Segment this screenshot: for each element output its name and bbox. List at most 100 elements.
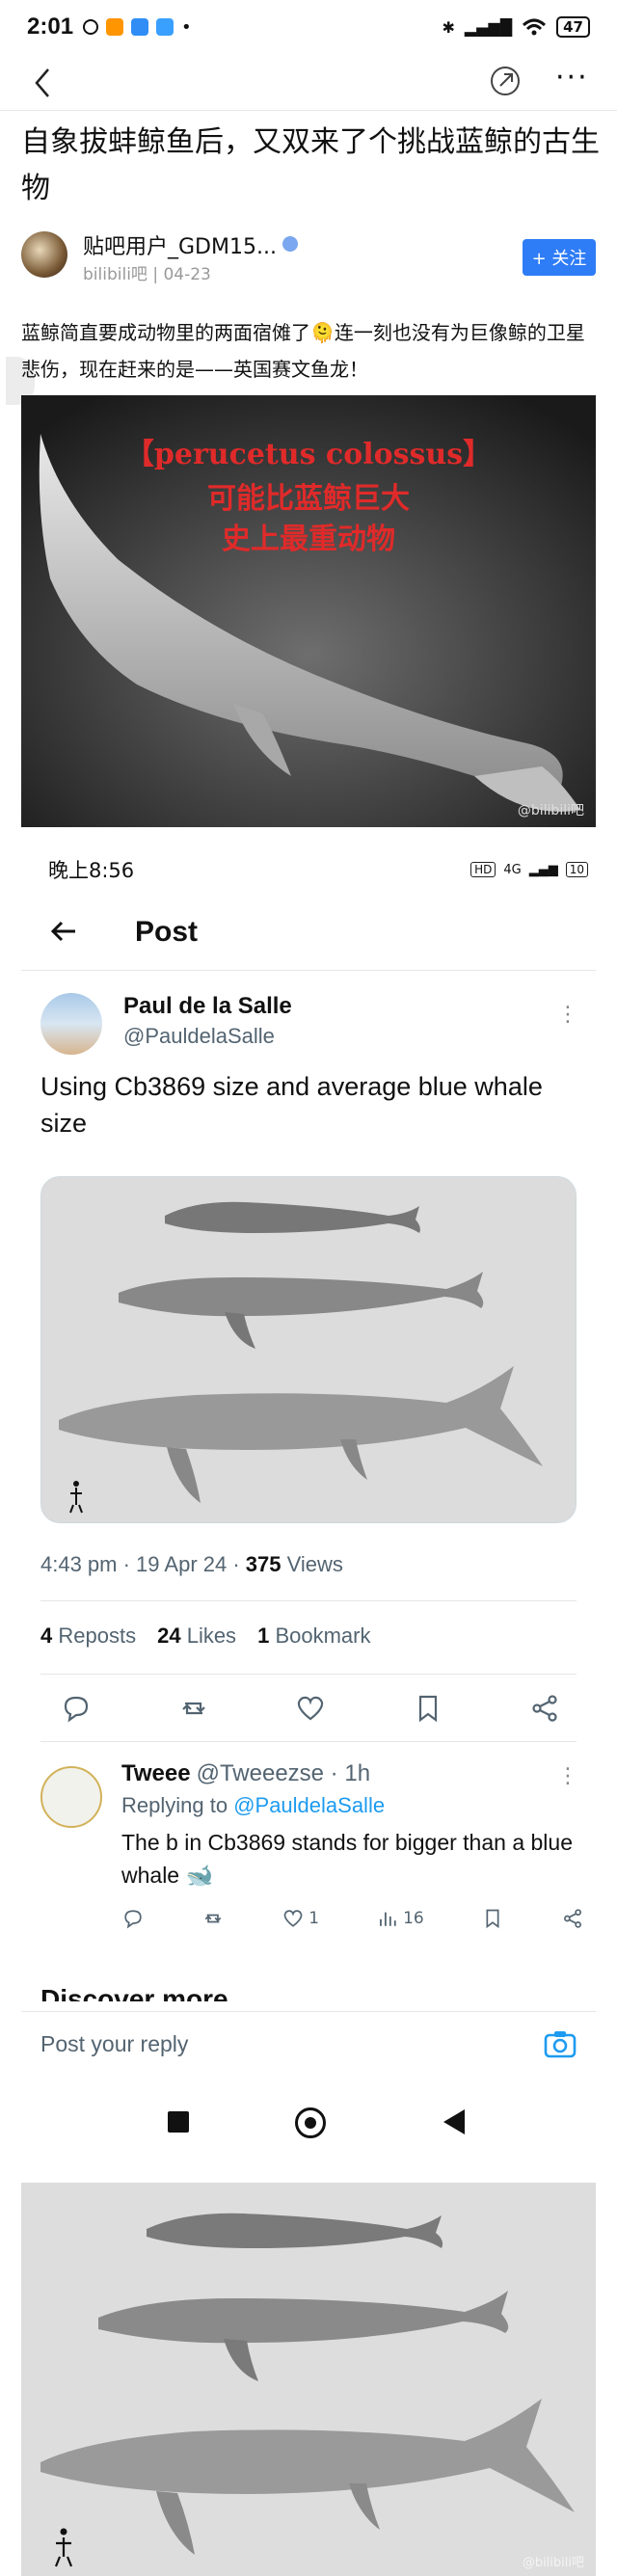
- author-name[interactable]: 贴吧用户_GDM15...: [83, 235, 277, 259]
- reposts-label: Reposts: [58, 1623, 137, 1648]
- share-icon[interactable]: [528, 1692, 561, 1725]
- image-caption-latin: 【perucetus colossus】: [124, 438, 493, 471]
- divider: [40, 1600, 577, 1601]
- reply-icon[interactable]: [60, 1692, 93, 1725]
- reply-input[interactable]: Post your reply: [40, 2031, 188, 2057]
- alarm-icon: [83, 19, 99, 35]
- bookmarks-stat[interactable]: 1 Bookmark: [257, 1623, 370, 1649]
- reply-author-name[interactable]: Tweee: [121, 1760, 191, 1786]
- likes-stat[interactable]: 24 Likes: [157, 1623, 236, 1649]
- share-icon[interactable]: [486, 62, 524, 100]
- tweet-stats: 4 Reposts 24 Likes 1 Bookmark: [40, 1623, 370, 1649]
- like-icon[interactable]: [282, 1907, 305, 1930]
- hd-badge: HD: [470, 862, 496, 877]
- back-button[interactable]: [443, 2109, 465, 2134]
- repost-icon[interactable]: [177, 1692, 210, 1725]
- chevron-left-icon[interactable]: [27, 64, 60, 102]
- verified-badge-icon: [282, 236, 298, 252]
- reply-like-group[interactable]: 1: [282, 1907, 319, 1930]
- more-notifications-dot: •: [181, 16, 192, 38]
- views-label: Views: [286, 1552, 343, 1576]
- network-type: 4G: [503, 862, 522, 877]
- more-options-button[interactable]: ···: [555, 64, 594, 102]
- battery-indicator: 47: [556, 16, 590, 38]
- reply-author-handle[interactable]: @Tweeezse · 1h: [197, 1760, 370, 1786]
- divider: [0, 110, 617, 111]
- divider: [21, 970, 596, 971]
- repost-icon[interactable]: [201, 1907, 225, 1930]
- tweet-author-handle[interactable]: @PauldelaSalle: [123, 1024, 275, 1049]
- reply-views-group[interactable]: 16: [376, 1907, 424, 1930]
- replying-prefix: Replying to: [121, 1793, 234, 1817]
- bookmarks-label: Bookmark: [275, 1623, 371, 1648]
- replying-to: Replying to @PauldelaSalle: [121, 1793, 385, 1818]
- app-notification-icon: [131, 18, 149, 36]
- size-comparison-illustration: [41, 1177, 576, 1522]
- reply-author[interactable]: Tweee @Tweeezse · 1h: [121, 1760, 370, 1787]
- replying-handle-link[interactable]: @PauldelaSalle: [233, 1793, 385, 1817]
- tweet-time: 4:43 pm · 19 Apr 24 ·: [40, 1552, 246, 1576]
- embedded-battery: 10: [565, 862, 588, 877]
- likes-count: 24: [157, 1623, 181, 1648]
- author-meta: bilibili吧 | 04-23: [83, 265, 211, 284]
- bookmark-icon[interactable]: [412, 1692, 444, 1725]
- like-icon[interactable]: [294, 1692, 327, 1725]
- app-notification-icon: [106, 18, 124, 36]
- reposts-stat[interactable]: 4 Reposts: [40, 1623, 136, 1649]
- follow-button[interactable]: + 关注: [523, 239, 596, 276]
- signal-icon: ▂▄▆: [528, 862, 558, 877]
- home-button[interactable]: [295, 2107, 326, 2138]
- embedded-status-time: 晚上8:56: [48, 859, 135, 882]
- x-nav-bar: Post: [21, 906, 596, 960]
- image-caption-line3: 史上最重动物: [222, 523, 395, 556]
- avatar[interactable]: [21, 231, 67, 278]
- post-body: 蓝鲸简直要成动物里的两面宿傩了🫠连一刻也没有为巨像鲸的卫星悲伤，现在赶来的是——…: [21, 321, 585, 381]
- tweet-text: Using Cb3869 size and average blue whale…: [40, 1072, 543, 1138]
- tweet-author: Paul de la Salle @PauldelaSalle ⋮: [40, 993, 580, 1060]
- arrow-left-icon[interactable]: [48, 916, 79, 947]
- recents-button[interactable]: [168, 2111, 189, 2133]
- app-nav-bar: ···: [0, 54, 617, 110]
- avatar[interactable]: [40, 993, 102, 1055]
- system-navigation-bar: [21, 2092, 596, 2150]
- share-icon[interactable]: [561, 1907, 584, 1930]
- post-image-whale[interactable]: 【perucetus colossus】 可能比蓝鲸巨大 史上最重动物 @bil…: [21, 395, 596, 827]
- reply-like-count: 1: [308, 1909, 320, 1928]
- tweet-actions: [40, 1692, 580, 1731]
- embedded-status-bar: 晚上8:56 HD 4G ▂▄▆ 10: [21, 848, 596, 891]
- status-time: 2:01: [27, 13, 74, 40]
- image-caption-line2: 可能比蓝鲸巨大: [207, 482, 410, 516]
- reply-tweet[interactable]: Tweee @Tweeezse · 1h ⋮ Replying to @Pauld…: [40, 1760, 581, 1944]
- bookmark-icon[interactable]: [481, 1907, 504, 1930]
- app-notification-icon: [156, 18, 174, 36]
- divider: [40, 1674, 577, 1675]
- page-title: Post: [135, 916, 199, 948]
- more-options-icon[interactable]: ⋮: [557, 1764, 578, 1788]
- post-image-comparison[interactable]: @bilibili吧: [21, 2183, 596, 2576]
- wifi-icon: [523, 18, 547, 36]
- reply-composer[interactable]: Post your reply: [21, 2011, 596, 2079]
- discover-more-heading: Discover more: [40, 1984, 228, 2001]
- camera-icon[interactable]: [544, 2029, 577, 2058]
- reply-views-count: 16: [403, 1909, 424, 1928]
- tweet-author-name[interactable]: Paul de la Salle: [123, 993, 292, 1020]
- divider: [40, 1741, 577, 1742]
- likes-label: Likes: [186, 1623, 237, 1648]
- image-watermark: @bilibili吧: [517, 803, 584, 818]
- analytics-icon[interactable]: [376, 1907, 399, 1930]
- size-comparison-illustration: [21, 2183, 596, 2576]
- author-name-container[interactable]: 贴吧用户_GDM15...: [83, 229, 298, 260]
- signal-icon: ▂▄▆█: [464, 17, 513, 37]
- reply-actions: 1 16: [121, 1907, 584, 1930]
- status-bar: 2:01 • ✱ ▂▄▆█ 47: [0, 0, 617, 54]
- tweet-media-image[interactable]: [40, 1176, 577, 1523]
- more-options-icon[interactable]: ⋮: [557, 1003, 578, 1027]
- avatar[interactable]: [40, 1766, 102, 1828]
- reposts-count: 4: [40, 1623, 53, 1648]
- bluetooth-icon: ✱: [442, 17, 455, 37]
- post-source: bilibili吧: [83, 265, 148, 284]
- image-watermark: @bilibili吧: [522, 2556, 584, 2570]
- post-title: 自象拔蚌鲸鱼后，又双来了个挑战蓝鲸的古生物: [21, 125, 600, 205]
- author-row: 贴吧用户_GDM15... bilibili吧 | 04-23 + 关注: [21, 226, 600, 293]
- reply-icon[interactable]: [121, 1907, 145, 1930]
